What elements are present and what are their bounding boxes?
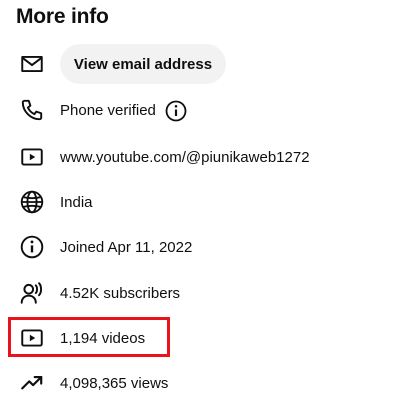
views-row: 4,098,365 views [0, 363, 400, 403]
play-box-icon [18, 324, 46, 352]
joined-row: Joined Apr 11, 2022 [0, 227, 400, 267]
phone-verified-label: Phone verified [60, 101, 156, 119]
section-title: More info [16, 5, 109, 28]
person-broadcast-icon [18, 279, 46, 307]
info-icon[interactable] [164, 99, 188, 123]
phone-row: Phone verified [0, 90, 400, 130]
views-count-label: 4,098,365 views [60, 374, 169, 392]
play-box-icon [18, 143, 46, 171]
country-row: India [0, 182, 400, 222]
view-email-button[interactable]: View email address [60, 44, 226, 84]
videos-count-label: 1,194 videos [60, 329, 146, 347]
joined-date-label: Joined Apr 11, 2022 [60, 238, 193, 256]
country-label: India [60, 193, 93, 211]
subscribers-row: 4.52K subscribers [0, 273, 400, 313]
channel-link-row: www.youtube.com/@piunikaweb1272 [0, 137, 400, 177]
info-icon [18, 233, 46, 261]
trending-up-icon [18, 369, 46, 397]
globe-icon [18, 188, 46, 216]
subscribers-count-label: 4.52K subscribers [60, 284, 181, 302]
phone-icon [18, 96, 46, 124]
mail-icon [18, 50, 46, 78]
videos-row: 1,194 videos [0, 318, 400, 358]
channel-url-link[interactable]: www.youtube.com/@piunikaweb1272 [60, 149, 310, 166]
